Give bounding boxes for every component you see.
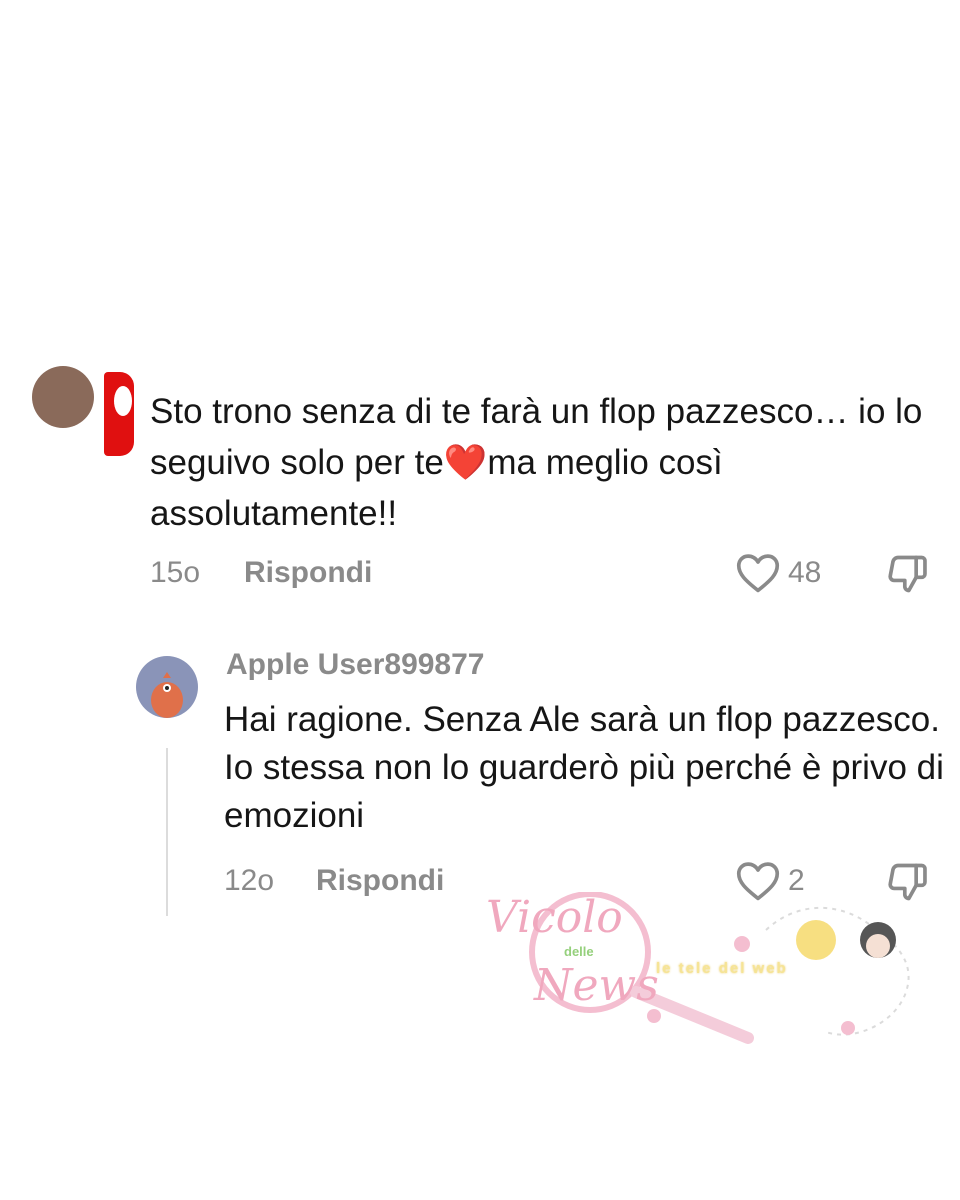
reply-avatar[interactable] (136, 656, 198, 718)
thumbs-down-icon[interactable] (884, 552, 930, 596)
reply-text: Hai ragione. Senza Ale sarà un flop pazz… (224, 700, 944, 835)
watermark-brand-delle: delle (564, 944, 594, 959)
reply-reply-button[interactable]: Rispondi (316, 864, 444, 898)
watermark-tagline: le tele del web (656, 960, 788, 977)
reply-username[interactable]: Apple User899877 (226, 648, 485, 682)
commenter-avatar[interactable] (32, 366, 94, 428)
red-sticker-fragment (104, 372, 134, 456)
comment-like-button[interactable]: 48 (736, 552, 821, 594)
watermark-brand-vicolo: Vicolo (486, 892, 623, 943)
reply-timestamp: 12o (224, 864, 275, 897)
reply-thread-line (166, 748, 168, 916)
heart-icon (736, 552, 780, 594)
comment-timestamp: 15o (150, 556, 201, 589)
watermark-brand-news: News (534, 960, 659, 1011)
comment-reply-button[interactable]: Rispondi (244, 556, 372, 590)
comment-like-count: 48 (788, 556, 822, 589)
watermark: Vicolo delle News le tele del web (486, 892, 926, 1052)
comment-text: Sto trono senza di te farà un flop pazze… (150, 392, 923, 533)
